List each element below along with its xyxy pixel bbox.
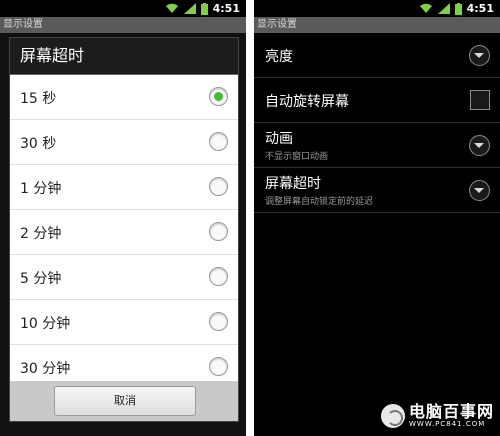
setting-animation[interactable]: 动画 不显示窗口动画 bbox=[254, 123, 500, 168]
option-label: 10 分钟 bbox=[20, 316, 71, 332]
setting-title: 动画 bbox=[265, 131, 293, 147]
option-label: 30 秒 bbox=[20, 136, 57, 152]
radio-button[interactable] bbox=[209, 312, 228, 331]
signal-icon bbox=[437, 3, 450, 14]
screen-timeout-dialog: 屏幕超时 15 秒 30 秒 1 分钟 2 分钟 5 分钟 10 分钟 30 分… bbox=[9, 37, 239, 422]
radio-button[interactable] bbox=[209, 357, 228, 376]
watermark: 电脑百事网 WWW.PC841.COM bbox=[380, 402, 494, 428]
battery-icon bbox=[454, 2, 462, 15]
window-title: 显示设置 bbox=[254, 17, 500, 33]
auto-rotate-checkbox[interactable] bbox=[470, 90, 490, 110]
option-label: 30 分钟 bbox=[20, 361, 71, 377]
watermark-brand: 电脑百事网 bbox=[408, 402, 494, 421]
timeout-option[interactable]: 15 秒 bbox=[10, 75, 238, 120]
right-screen: 4:51 显示设置 亮度 自动旋转屏幕 动画 不显示窗口动画 屏幕超时 调整屏幕… bbox=[254, 0, 500, 436]
setting-subtitle: 调整屏幕自动锁定前的延迟 bbox=[265, 197, 374, 207]
chevron-down-icon[interactable] bbox=[469, 135, 490, 156]
window-title: 显示设置 bbox=[0, 17, 246, 33]
wifi-icon bbox=[165, 3, 178, 13]
setting-auto-rotate[interactable]: 自动旋转屏幕 bbox=[254, 78, 500, 123]
option-label: 5 分钟 bbox=[20, 271, 62, 287]
setting-screen-timeout[interactable]: 屏幕超时 调整屏幕自动锁定前的延迟 bbox=[254, 168, 500, 213]
brand-logo-icon bbox=[380, 403, 405, 428]
option-label: 15 秒 bbox=[20, 91, 57, 107]
radio-button[interactable] bbox=[209, 222, 228, 241]
watermark-url: WWW.PC841.COM bbox=[408, 420, 486, 428]
setting-title: 自动旋转屏幕 bbox=[265, 94, 349, 110]
option-label: 1 分钟 bbox=[20, 181, 62, 197]
radio-button[interactable] bbox=[209, 177, 228, 196]
setting-brightness[interactable]: 亮度 bbox=[254, 33, 500, 78]
left-screen: 4:51 显示设置 屏幕超时 15 秒 30 秒 1 分钟 2 分钟 5 分钟 … bbox=[0, 0, 246, 436]
battery-icon bbox=[200, 2, 208, 15]
timeout-option[interactable]: 2 分钟 bbox=[10, 210, 238, 255]
option-label: 2 分钟 bbox=[20, 226, 62, 242]
timeout-option[interactable]: 10 分钟 bbox=[10, 300, 238, 345]
wifi-icon bbox=[419, 3, 432, 13]
status-bar: 4:51 bbox=[0, 0, 246, 17]
timeout-option[interactable]: 30 秒 bbox=[10, 120, 238, 165]
radio-button[interactable] bbox=[209, 267, 228, 286]
chevron-down-icon[interactable] bbox=[469, 180, 490, 201]
timeout-option[interactable]: 5 分钟 bbox=[10, 255, 238, 300]
radio-button-selected[interactable] bbox=[209, 87, 228, 106]
dialog-footer: 取消 bbox=[10, 381, 238, 421]
setting-title: 屏幕超时 bbox=[265, 176, 321, 192]
radio-button[interactable] bbox=[209, 132, 228, 151]
chevron-down-icon[interactable] bbox=[469, 45, 490, 66]
status-bar: 4:51 bbox=[254, 0, 500, 17]
status-time: 4:51 bbox=[466, 2, 494, 15]
setting-subtitle: 不显示窗口动画 bbox=[265, 152, 329, 162]
timeout-option[interactable]: 1 分钟 bbox=[10, 165, 238, 210]
status-time: 4:51 bbox=[212, 2, 240, 15]
cancel-button[interactable]: 取消 bbox=[54, 386, 196, 416]
dialog-title: 屏幕超时 bbox=[10, 38, 238, 75]
setting-title: 亮度 bbox=[265, 49, 293, 65]
signal-icon bbox=[183, 3, 196, 14]
